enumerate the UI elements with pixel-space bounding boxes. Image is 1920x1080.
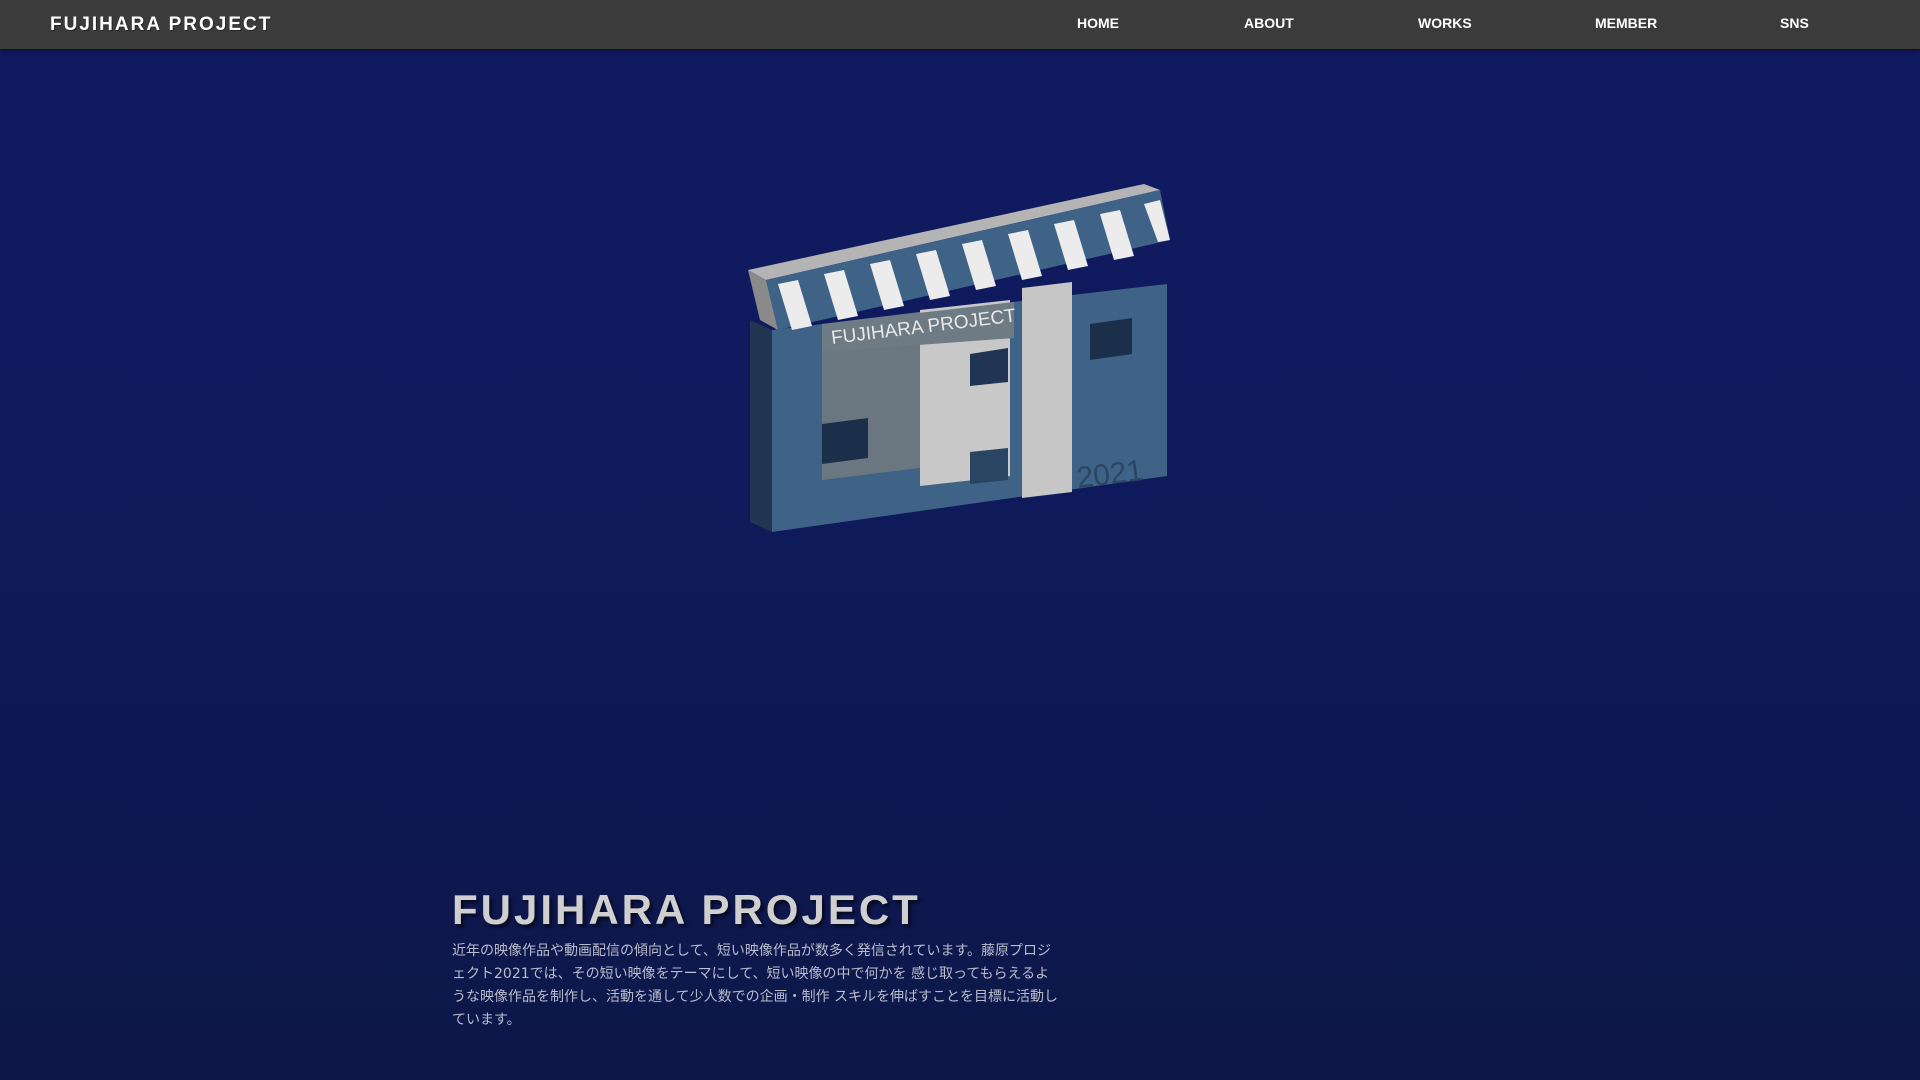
nav-works-link[interactable]: WORKS [1418,15,1472,31]
nav-sns-link[interactable]: SNS [1780,15,1809,31]
clapperboard-logo-icon: FUJIHARA PROJECT 2021 [740,176,1180,546]
nav-home-link[interactable]: HOME [1077,15,1119,31]
top-navbar: FUJIHARA PROJECT HOME ABOUT WORKS MEMBER… [0,0,1920,49]
brand-logo-link[interactable]: FUJIHARA PROJECT [50,14,272,36]
logo-year-text: 2021 [1075,454,1145,495]
nav-member-link[interactable]: MEMBER [1595,15,1657,31]
intro-description: 近年の映像作品や動画配信の傾向として、短い映像作品が数多く発信されています。藤原… [452,943,1059,1028]
intro-section: FUJIHARA PROJECT 近年の映像作品や動画配信の傾向として、短い映像… [452,886,1062,1032]
nav-about-link[interactable]: ABOUT [1244,15,1294,31]
intro-title: FUJIHARA PROJECT [452,886,921,933]
